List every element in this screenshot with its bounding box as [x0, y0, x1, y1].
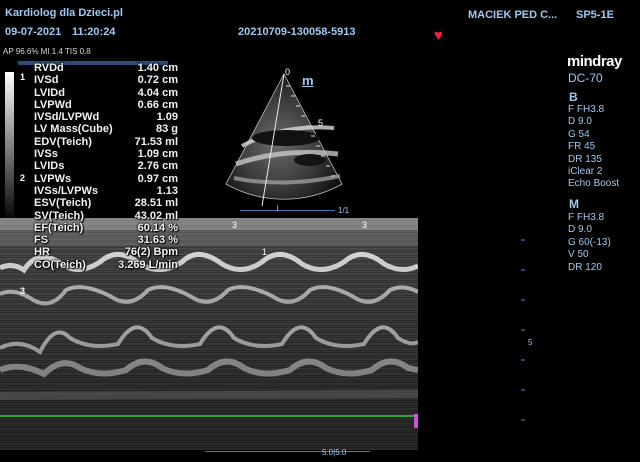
m-param: G 60(-13) [568, 236, 611, 248]
measurement-row: ESV(Teich) 28.51 ml [18, 197, 178, 209]
m-param: DR 120 [568, 261, 602, 273]
exam-time: 11:20:24 [72, 26, 116, 38]
m-param: V 50 [568, 249, 589, 261]
device-model: DC-70 [568, 71, 603, 85]
measurement-name: IVSd [34, 74, 59, 87]
depth-zero-label: 0 [285, 67, 291, 77]
measurement-name: FS [34, 234, 49, 247]
b-mode-label: B [569, 90, 578, 104]
measurement-name: LVIDd [34, 86, 65, 99]
measurement-row: IVSs/LVPWs 1.13 [18, 185, 178, 197]
measurement-name: IVSs [34, 148, 58, 161]
grayscale-bar [5, 72, 14, 222]
measurement-value: 3.269 L/min [118, 258, 178, 271]
sector-scale-line [240, 210, 335, 211]
measurement-name: LVIDs [34, 160, 65, 173]
measurement-name: CO(Teich) [34, 258, 86, 271]
measurement-value: 4.04 cm [137, 86, 178, 99]
m-cursor-label: m [302, 73, 314, 88]
measurement-value: 76(2) Bpm [124, 246, 178, 259]
measurement-value: 0.97 cm [137, 172, 178, 185]
measurement-value: 1.40 cm [137, 62, 178, 74]
measurement-name: EF(Teich) [34, 221, 84, 234]
measurement-value: 83 g [155, 123, 178, 136]
measurement-value: 1.09 cm [137, 148, 178, 161]
measurement-value: 0.72 cm [137, 74, 178, 87]
measurement-row: LV Mass(Cube) 83 g [18, 123, 178, 135]
measurement-row: IVSs 1.09 cm [18, 148, 178, 160]
clinic-name: Kardiolog dla Dzieci.pl [5, 7, 123, 19]
m-mode-params: F FH3.8 D 9.0 G 60(-13) V 50 DR 120 [568, 212, 611, 274]
measurement-name: SV(Teich) [34, 209, 84, 222]
measurement-row: IVSd 0.72 cm [18, 74, 178, 86]
measurement-row: EF(Teich) 60.14 % [18, 222, 178, 234]
measurement-name: LVPWd [34, 98, 72, 111]
measurement-name: RVDd [34, 62, 64, 74]
mmode-marker-inner: 1 [262, 247, 268, 257]
sweep-speed-label: 5.0|5.0 [322, 448, 347, 457]
b-param: D 9.0 [568, 116, 592, 128]
heart-icon: ♥ [434, 27, 443, 44]
measurement-name: LVPWs [34, 172, 72, 185]
measurement-value: 0.66 cm [137, 98, 178, 111]
mmode-marker-right: 3 [362, 220, 368, 230]
measurement-row: CO(Teich) 3.269 L/min [18, 259, 178, 271]
measurement-row: LVIDd 4.04 cm [18, 87, 178, 99]
m-param: F FH3.8 [568, 212, 605, 223]
measurement-value: 60.14 % [137, 221, 178, 234]
m-param: D 9.0 [568, 224, 592, 236]
b-param: F FH3.8 [568, 104, 605, 115]
b-mode-params: F FH3.8 D 9.0 G 54 FR 45 DR 135 iClear 2… [568, 104, 619, 191]
depth-scale [521, 239, 525, 421]
measurement-row: SV(Teich) 43.02 ml [18, 210, 178, 222]
mmode-marker-left: 3 [232, 220, 238, 230]
sector-ratio: 1/1 [338, 206, 350, 215]
b-param: iClear 2 [568, 166, 603, 178]
acoustic-power-info: AP 96.6% MI 1.4 TIS 0.8 [3, 47, 91, 56]
measurement-row: IVSd/LVPWd 1.09 [18, 111, 178, 123]
exam-date: 09-07-2021 [5, 26, 62, 38]
measurement-name: IVSd/LVPWd [34, 111, 100, 124]
b-param: Echo Boost [568, 178, 620, 190]
exam-id: 20210709-130058-5913 [238, 26, 356, 38]
probe-name: SP5-1E [576, 9, 614, 21]
measurement-name: HR [34, 246, 50, 259]
measurement-row: HR 76(2) Bpm [18, 246, 178, 258]
meas-group-3: 3 [20, 286, 26, 296]
measurement-row: RVDd 1.40 cm [18, 62, 178, 74]
depth-tick-label: 5 [528, 338, 533, 347]
b-param: DR 135 [568, 153, 602, 165]
measurement-name: IVSs/LVPWs [34, 184, 98, 197]
sector-image [225, 73, 343, 207]
measurement-row: LVPWs 0.97 cm [18, 173, 178, 185]
patient-name: MACIEK PED C... [468, 9, 558, 21]
brand-logo: mindray [567, 53, 622, 70]
measurement-name: ESV(Teich) [34, 197, 92, 210]
measurement-value: 1.09 [156, 111, 178, 124]
measurement-row: EDV(Teich) 71.53 ml [18, 136, 178, 148]
depth-five-label: 5 [318, 118, 324, 128]
measurement-list: RVDd 1.40 cm IVSd 0.72 cm LVIDd 4.04 cm LVP… [18, 62, 178, 271]
sector-scale-tick [277, 205, 278, 211]
measurement-row: LVPWd 0.66 cm [18, 99, 178, 111]
measurement-row: FS 31.63 % [18, 234, 178, 246]
measurement-value: 28.51 ml [134, 197, 178, 210]
measurement-value: 31.63 % [137, 234, 178, 247]
measurement-row: LVIDs 2.76 cm [18, 160, 178, 172]
b-param: FR 45 [568, 141, 596, 153]
measurement-value: 71.53 ml [134, 135, 178, 148]
m-mode-label: M [569, 197, 579, 211]
b-param: G 54 [568, 128, 590, 140]
measurement-value: 2.76 cm [137, 160, 178, 173]
measurement-name: EDV(Teich) [34, 135, 92, 148]
measurement-value: 43.02 ml [134, 209, 178, 222]
measurement-value: 1.13 [156, 184, 178, 197]
measurement-name: LV Mass(Cube) [34, 123, 113, 136]
